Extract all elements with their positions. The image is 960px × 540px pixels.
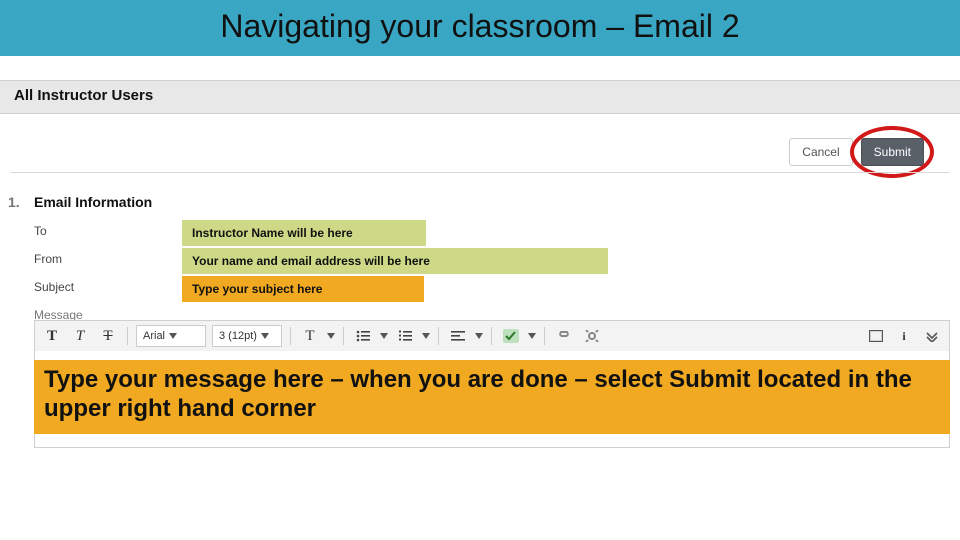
subject-label: Subject — [34, 280, 74, 294]
toolbar-separator — [438, 327, 439, 345]
strike-icon[interactable]: T — [97, 326, 119, 346]
bold-icon[interactable]: T — [41, 326, 63, 346]
section-title: Email Information — [34, 194, 152, 210]
unlink-icon[interactable] — [581, 326, 603, 346]
submit-button[interactable]: Submit — [861, 138, 924, 166]
chevron-down-icon[interactable] — [528, 333, 536, 339]
toolbar-separator — [544, 327, 545, 345]
italic-icon[interactable]: T — [69, 326, 91, 346]
fullscreen-icon[interactable] — [865, 326, 887, 346]
chevron-down-icon[interactable] — [475, 333, 483, 339]
align-icon[interactable] — [447, 326, 469, 346]
divider — [10, 172, 950, 173]
from-label: From — [34, 252, 62, 266]
section-header: All Instructor Users — [14, 87, 153, 104]
step-number: 1. — [8, 194, 20, 210]
toolbar-separator — [290, 327, 291, 345]
toolbar-separator — [127, 327, 128, 345]
font-family-select[interactable]: Arial — [136, 325, 206, 347]
toolbar-separator — [491, 327, 492, 345]
chevron-down-icon — [261, 333, 269, 339]
section-header-bar: All Instructor Users — [0, 80, 960, 114]
text-color-icon[interactable]: T — [299, 326, 321, 346]
toolbar-right-group: i — [865, 326, 943, 346]
editor-toolbar: T T T Arial 3 (12pt) T — [34, 320, 950, 352]
chevron-down-icon[interactable] — [380, 333, 388, 339]
font-size-select[interactable]: 3 (12pt) — [212, 325, 282, 347]
link-icon[interactable] — [553, 326, 575, 346]
expand-toolbar-icon[interactable] — [921, 326, 943, 346]
message-hint-callout: Type your message here – when you are do… — [34, 360, 950, 434]
to-hint-callout: Instructor Name will be here — [182, 220, 426, 246]
font-family-value: Arial — [143, 330, 165, 342]
cancel-button[interactable]: Cancel — [789, 138, 852, 166]
subject-hint-callout: Type your subject here — [182, 276, 424, 302]
button-row: Cancel Submit — [789, 138, 924, 166]
font-size-value: 3 (12pt) — [219, 330, 257, 342]
numbered-list-icon[interactable] — [394, 326, 416, 346]
toolbar-separator — [343, 327, 344, 345]
slide-title: Navigating your classroom – Email 2 — [0, 8, 960, 45]
info-icon[interactable]: i — [893, 326, 915, 346]
slide: Navigating your classroom – Email 2 All … — [0, 0, 960, 540]
chevron-down-icon[interactable] — [327, 333, 335, 339]
chevron-down-icon[interactable] — [422, 333, 430, 339]
bullet-list-icon[interactable] — [352, 326, 374, 346]
chevron-down-icon — [169, 333, 177, 339]
to-label: To — [34, 224, 47, 238]
spellcheck-icon[interactable] — [500, 326, 522, 346]
from-hint-callout: Your name and email address will be here — [182, 248, 608, 274]
